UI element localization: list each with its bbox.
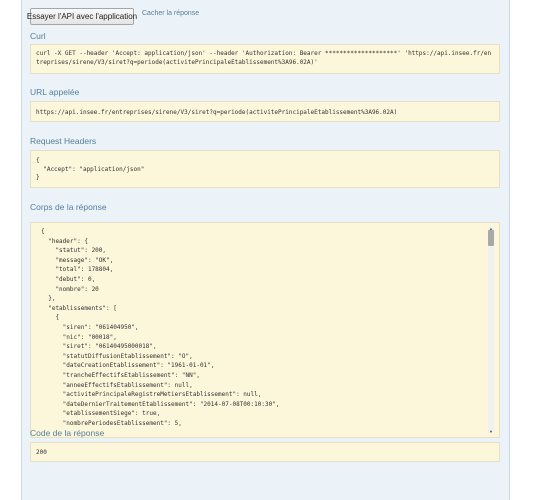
scroll-down-arrow-icon[interactable]: ▼ bbox=[488, 430, 494, 434]
response-body-line: "etablissements": [ bbox=[41, 304, 117, 312]
response-code-box: 200 bbox=[30, 442, 500, 462]
url-box: https://api.insee.fr/entreprises/sirene/… bbox=[30, 101, 500, 122]
response-body-line: "activitePrincipaleRegistreMetiersEtabli… bbox=[41, 391, 262, 399]
header-line: "Accept": "application/json" bbox=[36, 165, 145, 173]
hide-response-link[interactable]: Cacher la réponse bbox=[142, 10, 199, 17]
header-line: { bbox=[36, 157, 40, 164]
response-body-code: { "header": { "statut": 200, "message": … bbox=[41, 227, 279, 428]
scroll-thumb[interactable] bbox=[488, 230, 494, 246]
curl-line: treprises/sirene/V3/siret?q=periode(acti… bbox=[36, 58, 318, 66]
response-body-line: "dateCreationEtablissement": "1961-01-01… bbox=[41, 362, 215, 370]
response-body-line: "statut": 200, bbox=[41, 247, 107, 255]
response-body-line: "nic": "00018", bbox=[41, 333, 117, 341]
url-value: https://api.insee.fr/entreprises/sirene/… bbox=[36, 109, 398, 116]
response-body-line: "dateDernierTraitementEtablissement": "2… bbox=[41, 400, 280, 408]
response-body-line: { bbox=[41, 228, 45, 235]
response-body-heading: Corps de la réponse bbox=[30, 202, 107, 212]
response-code-value: 200 bbox=[36, 449, 47, 456]
header-line: } bbox=[36, 174, 40, 182]
response-body-line: "siret": "06140495000018", bbox=[41, 343, 157, 351]
curl-box: curl -X GET --header 'Accept: applicatio… bbox=[30, 44, 500, 74]
response-body-line: "nombre": 20 bbox=[41, 285, 99, 293]
response-body-line: "total": 178804, bbox=[41, 266, 114, 274]
request-headers-box: { "Accept": "application/json" } bbox=[30, 150, 500, 188]
response-body-line: "anneeEffectifsEtablissement": null, bbox=[41, 381, 193, 389]
response-body-line: "etablissementSiege": true, bbox=[41, 410, 161, 418]
url-heading: URL appelée bbox=[30, 87, 80, 97]
response-body-scrollbar[interactable]: ▲ ▼ bbox=[488, 227, 494, 434]
response-body-line: "header": { bbox=[41, 237, 88, 245]
try-api-button[interactable]: Essayer l'API avec l'application bbox=[27, 8, 137, 25]
response-body-line: "siren": "061404950", bbox=[41, 323, 139, 331]
request-headers-heading: Request Headers bbox=[30, 136, 97, 146]
response-body-line: "message": "OK", bbox=[41, 256, 114, 264]
response-body-line: }, bbox=[41, 295, 56, 303]
curl-line: curl -X GET --header 'Accept: applicatio… bbox=[36, 50, 492, 57]
response-body-box[interactable]: { "header": { "statut": 200, "message": … bbox=[30, 222, 500, 438]
response-body-line: "trancheEffectifsEtablissement": "NN", bbox=[41, 371, 200, 379]
response-body-line: "statutDiffusionEtablissement": "O", bbox=[41, 352, 193, 360]
response-code-heading: Code de la réponse bbox=[30, 428, 105, 438]
response-body-line: "debut": 0, bbox=[41, 275, 96, 283]
response-body-line: { bbox=[41, 314, 60, 322]
curl-heading: Curl bbox=[30, 31, 46, 41]
